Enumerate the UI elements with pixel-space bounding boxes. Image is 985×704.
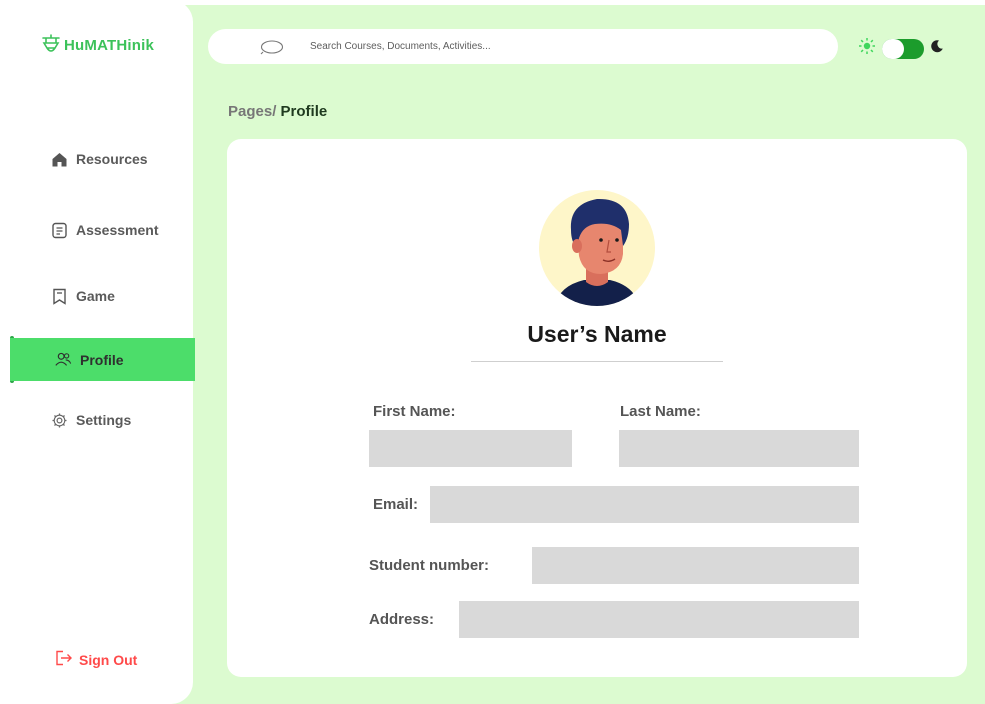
student-number-field[interactable]: [532, 547, 859, 584]
brand-logo[interactable]: HuMATHinik: [40, 34, 154, 56]
sun-icon[interactable]: [858, 37, 876, 60]
address-label: Address:: [369, 611, 435, 628]
users-icon: [54, 351, 72, 369]
sidebar-item-label: Assessment: [76, 222, 159, 238]
student-number-label: Student number:: [369, 557, 489, 574]
sidebar-item-label: Resources: [76, 151, 148, 167]
last-name-field[interactable]: [619, 430, 859, 467]
sidebar: HuMATHinik Resources Assessment Game Pro…: [0, 0, 195, 704]
brand-name: HuMATHinik: [64, 36, 155, 54]
name-divider: [471, 361, 723, 362]
graduation-cap-icon: [40, 34, 62, 56]
avatar[interactable]: [539, 190, 655, 306]
search-input[interactable]: [310, 41, 830, 52]
home-icon: [50, 150, 68, 168]
sidebar-item-profile[interactable]: Profile: [10, 338, 195, 381]
sign-out-label: Sign Out: [79, 651, 138, 668]
theme-toggle-switch[interactable]: [882, 38, 924, 59]
breadcrumb: Pages/ Profile: [228, 103, 327, 120]
email-label: Email:: [373, 496, 419, 513]
sign-out-button[interactable]: Sign Out: [55, 650, 137, 669]
sidebar-item-settings[interactable]: Settings: [50, 411, 131, 429]
user-name: User’s Name: [527, 321, 667, 347]
profile-card: User’s Name First Name: Last Name: Email…: [227, 139, 967, 677]
search-bar: [208, 29, 838, 64]
bookmark-icon: [50, 287, 68, 305]
address-field[interactable]: [459, 601, 859, 638]
sidebar-item-label: Settings: [76, 412, 132, 428]
email-field[interactable]: [430, 486, 859, 523]
gear-icon: [50, 411, 68, 429]
sidebar-item-game[interactable]: Game: [50, 287, 115, 305]
first-name-label: First Name:: [373, 403, 456, 420]
sidebar-item-assessment[interactable]: Assessment: [50, 221, 159, 239]
first-name-field[interactable]: [369, 430, 572, 467]
logout-icon: [55, 650, 73, 669]
search-icon: [260, 39, 286, 60]
document-icon: [50, 221, 68, 239]
breadcrumb-parent[interactable]: Pages/: [228, 103, 276, 120]
sidebar-item-label: Profile: [80, 351, 124, 368]
app-window: HuMATHinik Resources Assessment Game Pro…: [0, 0, 985, 704]
last-name-label: Last Name:: [620, 403, 701, 420]
theme-toggle-group: [858, 37, 944, 60]
sidebar-item-label: Game: [76, 288, 115, 304]
toggle-knob: [882, 38, 904, 59]
sidebar-item-resources[interactable]: Resources: [50, 150, 148, 168]
moon-icon[interactable]: [930, 39, 944, 58]
breadcrumb-current: Profile: [280, 103, 328, 120]
